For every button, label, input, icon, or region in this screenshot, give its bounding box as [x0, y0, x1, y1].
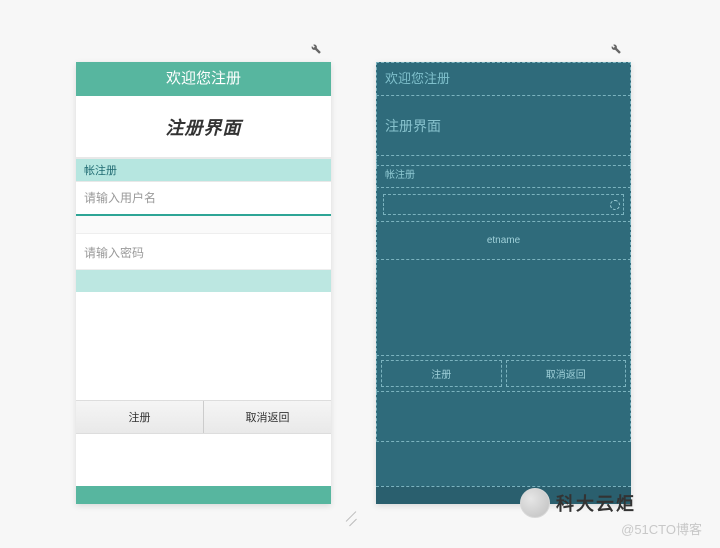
cancel-button[interactable]: 取消返回	[203, 401, 331, 433]
body-area[interactable]	[376, 260, 631, 356]
blueprint-phone: 欢迎您注册 注册界面 帐注册 etname 注册 取消返回	[376, 62, 631, 504]
button-bar: 注册 取消返回	[376, 356, 631, 392]
body-area	[76, 292, 331, 400]
page-header-text: 注册界面	[166, 114, 242, 140]
title-bar[interactable]: 欢迎您注册	[376, 62, 631, 96]
wrench-icon[interactable]	[308, 40, 322, 56]
password-input[interactable]: 请输入密码	[76, 234, 331, 270]
preview-phone: 欢迎您注册 注册界面 帐注册 请输入密码 注册 取消返回	[76, 62, 331, 504]
wrench-icon[interactable]	[608, 40, 622, 56]
accent-strip	[76, 270, 331, 292]
watermark-logo: 科大云炬	[520, 488, 636, 518]
input-outline	[383, 194, 624, 215]
footer-area	[76, 434, 331, 484]
etname-label[interactable]: etname	[376, 222, 631, 260]
handle-icon[interactable]	[610, 200, 620, 210]
button-bar: 注册 取消返回	[76, 400, 331, 434]
spacer	[376, 156, 631, 166]
title-bar: 欢迎您注册	[76, 62, 331, 96]
bottom-bar	[76, 486, 331, 504]
username-input[interactable]	[76, 182, 331, 216]
editor-canvas: 欢迎您注册 注册界面 帐注册 请输入密码 注册 取消返回 欢迎您注册 注册界面 …	[0, 0, 720, 548]
spacer	[76, 216, 331, 234]
section-label: 帐注册	[76, 158, 331, 182]
register-button[interactable]: 注册	[76, 401, 203, 433]
cancel-button[interactable]: 取消返回	[506, 360, 627, 387]
watermark-subtext: @51CTO博客	[621, 519, 702, 538]
page-header: 注册界面	[76, 96, 331, 158]
register-button[interactable]: 注册	[381, 360, 502, 387]
watermark-text: 科大云炬	[556, 490, 636, 516]
page-header[interactable]: 注册界面	[376, 96, 631, 156]
resize-handle-icon[interactable]	[344, 510, 362, 528]
footer-area	[376, 392, 631, 442]
avatar-icon	[520, 488, 550, 518]
section-label[interactable]: 帐注册	[376, 166, 631, 188]
username-input[interactable]	[376, 188, 631, 222]
